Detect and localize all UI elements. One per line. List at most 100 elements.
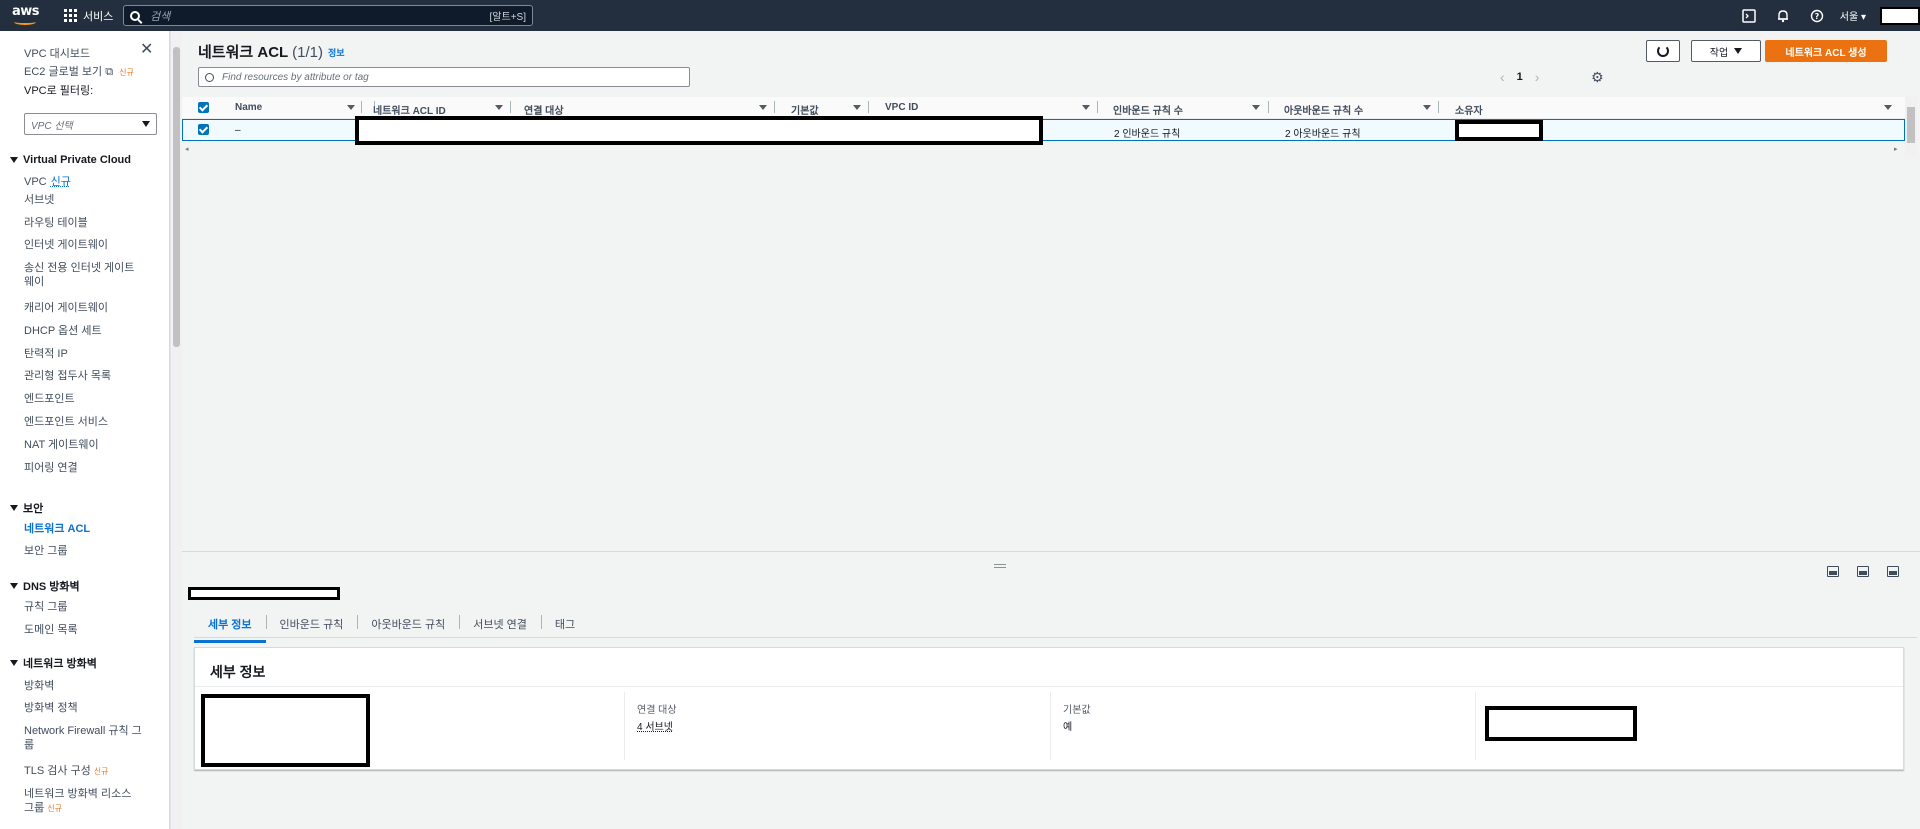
actions-button[interactable]: 작업 [1691, 40, 1761, 62]
tab-subnet-associations[interactable]: 서브넷 연결 [459, 610, 541, 640]
help-icon[interactable]: ? [1810, 9, 1824, 23]
drag-handle-icon[interactable] [994, 564, 1006, 568]
sidebar-item-carrier-gateways[interactable]: 캐리어 게이트웨이 [24, 301, 108, 315]
account-menu-redacted[interactable] [1880, 6, 1920, 25]
resource-count: (1/1) [292, 44, 323, 61]
table-row[interactable]: – 2 인바운드 규칙 2 아웃바운드 규칙 [182, 116, 1905, 145]
sidebar-item-endpoints[interactable]: 엔드포인트 [24, 392, 75, 406]
column-header-acl-id[interactable]: 네트워크 ACL ID [373, 102, 446, 117]
tab-outbound-rules[interactable]: 아웃바운드 규칙 [357, 610, 459, 640]
cloudshell-icon[interactable] [1742, 8, 1756, 23]
section-security[interactable]: 보안 [10, 500, 43, 516]
info-link[interactable]: 정보 [328, 46, 345, 59]
services-menu-button[interactable]: 서비스 [64, 8, 113, 24]
page-number[interactable]: 1 [1517, 71, 1523, 83]
column-header-default[interactable]: 기본값 [791, 102, 819, 117]
services-label: 서비스 [83, 10, 114, 23]
sort-icon[interactable] [1252, 105, 1260, 110]
table-vertical-scrollbar[interactable] [1905, 97, 1917, 157]
section-virtual-private-cloud[interactable]: Virtual Private Cloud [10, 154, 131, 166]
search-shortcut: [알트+S] [489, 12, 526, 23]
section-dns-firewall[interactable]: DNS 방화벽 [10, 578, 80, 594]
tab-tags[interactable]: 태그 [540, 610, 589, 640]
new-badge: 신규 [119, 68, 134, 77]
refresh-button[interactable] [1646, 40, 1680, 62]
row-outbound-count: 2 아웃바운드 규칙 [1285, 129, 1361, 140]
aws-logo[interactable]: aws [12, 4, 42, 27]
main-content: 네트워크 ACL (1/1) 정보 작업 네트워크 ACL 생성 Find re… [182, 31, 1920, 829]
sort-icon[interactable] [347, 105, 355, 110]
sidebar-item-route-tables[interactable]: 라우팅 테이블 [24, 216, 88, 230]
section-network-firewall[interactable]: 네트워크 방화벽 [10, 655, 97, 671]
sidebar-item-firewall-policies[interactable]: 방화벽 정책 [24, 701, 78, 715]
chevron-down-icon [142, 121, 150, 127]
sort-icon[interactable] [1884, 105, 1892, 110]
sidebar-item-rule-groups[interactable]: 규칙 그룹 [24, 600, 68, 614]
select-all-checkbox[interactable] [198, 102, 209, 113]
sort-icon[interactable] [853, 105, 861, 110]
sidebar-item-ec2-global-view[interactable]: EC2 글로벌 보기 ⧉ 신규 [24, 65, 134, 80]
column-header-associated-with[interactable]: 연결 대상 [524, 102, 564, 117]
resource-filter-input[interactable]: Find resources by attribute or tag [198, 67, 690, 87]
details-card: 세부 정보 연결 대상 4 서브넷 기본값 예 [194, 647, 1904, 770]
column-header-vpc-id[interactable]: VPC ID [885, 102, 918, 113]
prev-page-icon[interactable]: ‹ [1500, 69, 1505, 85]
sidebar-item-elastic-ips[interactable]: 탄력적 IP [24, 347, 68, 361]
sidebar-item-domain-lists[interactable]: 도메인 목록 [24, 623, 78, 637]
sort-icon[interactable] [1423, 105, 1431, 110]
close-sidebar-icon[interactable]: ✕ [140, 39, 153, 59]
redacted-vpc-id-value [1485, 706, 1637, 741]
top-navigation: aws 서비스 검색 [알트+S] ? 서울 ▾ [0, 0, 1920, 31]
region-selector[interactable]: 서울 ▾ [1840, 8, 1866, 23]
column-header-name[interactable]: Name [235, 102, 262, 113]
sidebar-item-egress-only-igw[interactable]: 송신 전용 인터넷 게이트 웨이 [24, 261, 134, 289]
notifications-bell-icon[interactable] [1776, 9, 1790, 23]
tab-inbound-rules[interactable]: 인바운드 규칙 [265, 610, 358, 640]
sort-icon[interactable] [495, 105, 503, 110]
gear-icon[interactable]: ⚙ [1591, 69, 1604, 86]
svg-text:?: ? [1814, 12, 1819, 21]
split-side-icon[interactable] [1857, 566, 1869, 577]
sidebar-item-network-acls[interactable]: 네트워크 ACL [24, 522, 90, 536]
chevron-down-icon [1734, 48, 1743, 54]
column-header-owner[interactable]: 소유자 [1455, 102, 1483, 117]
sidebar-item-endpoint-services[interactable]: 엔드포인트 서비스 [24, 415, 108, 429]
sidebar-scrollbar[interactable] [170, 31, 182, 829]
tab-details[interactable]: 세부 정보 [194, 610, 266, 643]
create-network-acl-button[interactable]: 네트워크 ACL 생성 [1765, 40, 1887, 62]
sidebar-item-vpc[interactable]: VPC 신규 [24, 175, 71, 189]
row-checkbox[interactable] [198, 124, 209, 135]
split-bottom-icon[interactable] [1827, 566, 1839, 577]
sidebar-item-nfw-resource-groups[interactable]: 네트워크 방화벽 리소스 그룹 신규 [24, 787, 131, 816]
sidebar-item-internet-gateways[interactable]: 인터넷 게이트웨이 [24, 238, 108, 252]
sidebar-item-tls-inspection[interactable]: TLS 검사 구성 신규 [24, 764, 109, 779]
sidebar-item-peering-connections[interactable]: 피어링 연결 [24, 461, 78, 475]
default-label: 기본값 [1063, 705, 1091, 716]
split-panel-divider[interactable] [182, 551, 1920, 552]
sidebar-item-firewalls[interactable]: 방화벽 [24, 679, 54, 693]
sidebar-item-nfw-rule-groups[interactable]: Network Firewall 규칙 그룹 [24, 724, 142, 752]
sidebar-item-subnets[interactable]: 서브넷 [24, 193, 54, 207]
sort-icon[interactable] [759, 105, 767, 110]
sidebar-item-vpc-dashboard[interactable]: VPC 대시보드 [24, 47, 90, 61]
sidebar-item-security-groups[interactable]: 보안 그룹 [24, 544, 68, 558]
search-icon [205, 72, 214, 82]
redacted-detail-title [188, 587, 340, 600]
split-full-icon[interactable] [1887, 566, 1899, 577]
associated-with-label: 연결 대상 [637, 705, 677, 716]
vpc-filter-select[interactable]: VPC 선택 [24, 113, 157, 135]
next-page-icon[interactable]: › [1535, 69, 1540, 85]
sidebar-item-nat-gateways[interactable]: NAT 게이트웨이 [24, 438, 99, 452]
sort-icon[interactable] [1082, 105, 1090, 110]
sidebar-item-managed-prefix-lists[interactable]: 관리형 접두사 목록 [24, 369, 111, 383]
expand-icon [10, 660, 18, 666]
sidebar-item-dhcp-option-sets[interactable]: DHCP 옵션 세트 [24, 324, 102, 338]
associated-with-value[interactable]: 4 서브넷 [637, 718, 673, 733]
column-header-outbound-count[interactable]: 아웃바운드 규칙 수 [1284, 102, 1363, 117]
search-icon [130, 10, 140, 21]
page-title: 네트워크 ACL (1/1) [198, 44, 323, 61]
column-header-inbound-count[interactable]: 인바운드 규칙 수 [1113, 102, 1183, 117]
table-horizontal-scrollbar[interactable]: ◂ ▸ [182, 145, 1905, 153]
global-search-input[interactable]: 검색 [알트+S] [123, 5, 533, 26]
new-badge: 신규 [47, 804, 62, 813]
